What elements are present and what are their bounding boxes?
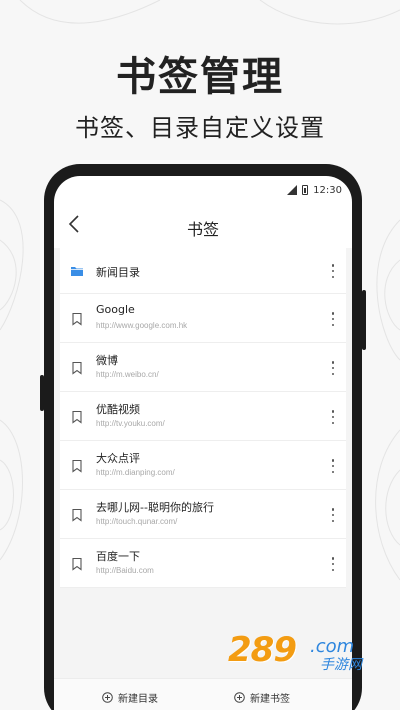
list-item[interactable]: 去哪儿网--聪明你的旅行 http://touch.qunar.com/: [60, 490, 346, 539]
phone-side-button-right: [362, 290, 366, 350]
more-dot: [331, 361, 335, 364]
list-item[interactable]: 微博 http://m.weibo.cn/: [60, 343, 346, 392]
list-item[interactable]: 百度一下 http://Baidu.com: [60, 539, 346, 588]
more-dot: [331, 459, 335, 462]
more-dot: [331, 557, 335, 560]
promo-title: 书签管理: [116, 54, 284, 100]
more-dot: [331, 275, 335, 278]
more-dot: [331, 519, 335, 522]
bookmark-icon: [72, 508, 82, 522]
plus-circle-icon: [102, 691, 113, 703]
list-item[interactable]: 优酷视频 http://tv.youku.com/: [60, 392, 346, 441]
more-options-button[interactable]: [328, 458, 338, 474]
nav-bar: 书签: [54, 202, 352, 248]
folder-icon: [71, 267, 83, 276]
bookmark-title: 优酷视频: [96, 403, 140, 416]
bookmark-url: http://touch.qunar.com/: [96, 517, 178, 526]
bookmark-title: 去哪儿网--聪明你的旅行: [96, 501, 214, 514]
bookmark-url: http://m.weibo.cn/: [96, 370, 159, 379]
more-dot: [331, 312, 335, 315]
bookmark-title: 百度一下: [96, 550, 140, 563]
new-folder-button[interactable]: 新建目录: [102, 687, 158, 707]
more-dot: [331, 269, 335, 273]
bookmark-icon: [72, 410, 82, 424]
new-bookmark-button[interactable]: 新建书签: [234, 687, 290, 707]
status-time: 12:30: [313, 184, 342, 196]
more-options-button[interactable]: [328, 360, 338, 376]
promo-subtitle: 书签、目录自定义设置: [75, 114, 325, 142]
bookmark-icon: [72, 361, 82, 375]
status-bar: 12:30: [54, 176, 352, 202]
watermark-logo: 289 .com 手游网: [228, 630, 378, 676]
more-dot: [331, 323, 335, 326]
more-dot: [331, 317, 335, 321]
bookmark-list: 新闻目录 Google http://www.google.com.hk 微博 …: [54, 248, 352, 678]
more-options-button[interactable]: [328, 409, 338, 425]
more-options-button[interactable]: [328, 311, 338, 327]
battery-icon: [302, 185, 309, 195]
new-bookmark-label: 新建书签: [250, 693, 290, 705]
plus-circle-icon: [234, 691, 245, 703]
bookmark-url: http://m.dianping.com/: [96, 468, 175, 477]
more-dot: [331, 366, 335, 370]
more-dot: [331, 568, 335, 571]
more-dot: [331, 410, 335, 413]
bookmark-url: http://www.google.com.hk: [96, 321, 188, 330]
more-dot: [331, 470, 335, 473]
more-dot: [331, 372, 335, 375]
more-dot: [331, 421, 335, 424]
folder-item[interactable]: 新闻目录: [60, 248, 346, 294]
more-dot: [331, 415, 335, 419]
new-folder-label: 新建目录: [118, 693, 158, 705]
status-icons: 12:30: [287, 184, 342, 196]
more-options-button[interactable]: [328, 263, 338, 279]
more-dot: [331, 513, 335, 517]
bookmark-icon: [72, 557, 82, 571]
more-options-button[interactable]: [328, 507, 338, 523]
more-dot: [331, 508, 335, 511]
bottom-action-bar: 新建目录 新建书签: [54, 678, 352, 710]
more-dot: [331, 562, 335, 566]
bookmark-title: Google: [96, 303, 135, 316]
signal-icon: [287, 185, 298, 195]
watermark-brand: 289: [228, 630, 297, 670]
list-item[interactable]: 大众点评 http://m.dianping.com/: [60, 441, 346, 490]
bookmark-url: http://Baidu.com: [96, 566, 154, 575]
more-dot: [331, 464, 335, 468]
more-options-button[interactable]: [328, 556, 338, 572]
watermark-sub: 手游网: [320, 657, 362, 673]
page-title: 书签: [186, 220, 219, 239]
list-item[interactable]: Google http://www.google.com.hk: [60, 294, 346, 343]
bookmark-icon: [72, 459, 82, 473]
bookmark-url: http://tv.youku.com/: [96, 419, 165, 428]
folder-label: 新闻目录: [96, 266, 140, 279]
bookmark-title: 大众点评: [96, 452, 140, 465]
bookmark-title: 微博: [96, 354, 118, 367]
more-dot: [331, 264, 335, 267]
bookmark-icon: [72, 312, 82, 326]
